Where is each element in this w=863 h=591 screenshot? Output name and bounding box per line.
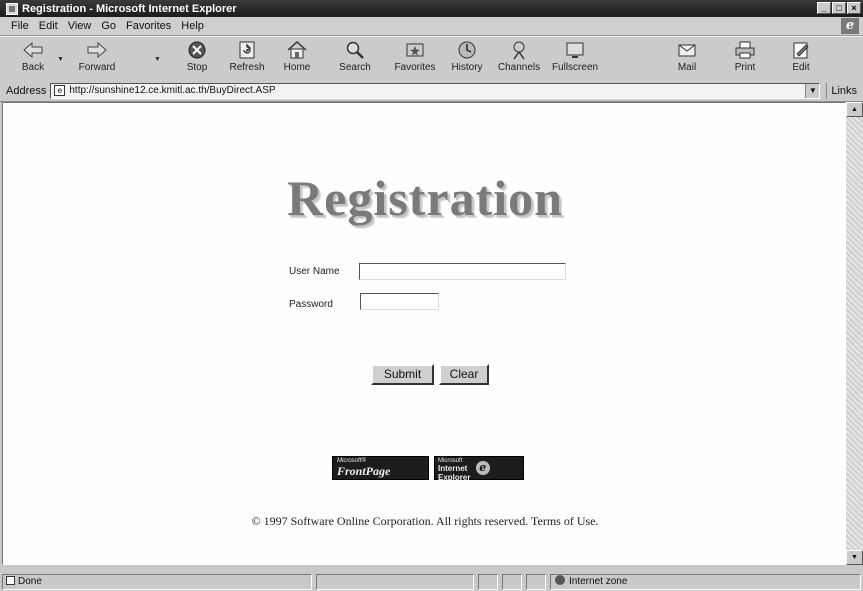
- scroll-down-icon[interactable]: ▼: [846, 550, 863, 565]
- ie-throbber-icon: e: [841, 18, 859, 34]
- channels-button[interactable]: Channels: [496, 39, 542, 77]
- ie-badge-line1: Internet: [438, 464, 468, 473]
- history-label: History: [451, 62, 483, 73]
- favorites-icon: [403, 39, 427, 61]
- minimize-button[interactable]: _: [817, 2, 831, 14]
- mail-button[interactable]: Mail: [664, 39, 710, 77]
- home-button[interactable]: Home: [274, 39, 320, 77]
- maximize-button[interactable]: □: [832, 2, 846, 14]
- menu-bar: File Edit View Go Favorites Help e: [0, 17, 863, 36]
- page-icon: e: [54, 85, 66, 96]
- address-input[interactable]: e http://sunshine12.ce.kmitl.ac.th/BuyDi…: [50, 82, 821, 99]
- status-panel-main: Done: [2, 574, 312, 590]
- forward-button[interactable]: Forward: [74, 39, 120, 77]
- password-label: Password: [289, 299, 333, 310]
- title-bar: Registration - Microsoft Internet Explor…: [0, 0, 863, 17]
- zone-text: Internet zone: [569, 576, 628, 587]
- printer-icon: [733, 39, 757, 61]
- ie-logo-icon: e: [475, 461, 490, 475]
- ie-badge-line2: Explorer: [438, 473, 471, 482]
- status-panel-offline: [478, 574, 498, 590]
- window-title: Registration - Microsoft Internet Explor…: [22, 2, 237, 15]
- window-icon[interactable]: [6, 2, 18, 15]
- address-label: Address: [6, 84, 47, 97]
- menu-go[interactable]: Go: [96, 20, 121, 32]
- search-button[interactable]: Search: [332, 39, 378, 77]
- toolbar: Back ▼ Forward ▼ Stop Refresh Home Searc…: [0, 36, 863, 81]
- edit-icon: [789, 39, 813, 61]
- ie-badge-text: Microsoft Internet Explorer: [438, 458, 470, 483]
- fullscreen-button[interactable]: Fullscreen: [552, 39, 598, 77]
- scroll-up-icon[interactable]: ▲: [846, 102, 863, 117]
- status-panel-extra: [526, 574, 546, 590]
- window-controls: _ □ ×: [817, 2, 861, 14]
- status-panel-zone: Internet zone: [550, 574, 861, 590]
- status-text: Done: [18, 576, 42, 587]
- page-status-icon: [6, 576, 15, 585]
- clear-button[interactable]: Clear: [439, 364, 489, 385]
- fullscreen-icon: [563, 39, 587, 61]
- status-bar: Done Internet zone: [0, 571, 863, 591]
- refresh-button[interactable]: Refresh: [224, 39, 270, 77]
- password-input[interactable]: [360, 293, 439, 310]
- refresh-icon: [235, 39, 259, 61]
- page-content: Registration User Name Password Submit C…: [2, 102, 846, 565]
- favorites-label: Favorites: [394, 62, 436, 73]
- username-input[interactable]: [359, 263, 566, 280]
- frontpage-badge-title: FrontPage: [337, 464, 391, 478]
- vertical-scrollbar[interactable]: ▲ ▼: [846, 102, 863, 565]
- status-panel-progress: [316, 574, 474, 590]
- links-button[interactable]: Links: [826, 82, 857, 99]
- frontpage-badge[interactable]: Microsoft® FrontPage: [332, 456, 429, 480]
- internet-zone-icon: [555, 575, 565, 585]
- back-dropdown-icon[interactable]: ▼: [57, 56, 64, 63]
- refresh-label: Refresh: [229, 62, 265, 73]
- favorites-button[interactable]: Favorites: [392, 39, 438, 77]
- address-url: http://sunshine12.ce.kmitl.ac.th/BuyDire…: [69, 85, 276, 96]
- page-heading: Registration: [287, 170, 563, 226]
- submit-button[interactable]: Submit: [371, 364, 434, 385]
- menu-file[interactable]: File: [6, 20, 34, 32]
- address-dropdown-icon[interactable]: ▼: [805, 83, 820, 98]
- edit-label: Edit: [792, 62, 810, 73]
- address-bar: Address e http://sunshine12.ce.kmitl.ac.…: [0, 80, 863, 102]
- print-label: Print: [734, 62, 756, 73]
- back-label: Back: [21, 62, 45, 73]
- channels-label: Channels: [497, 62, 541, 73]
- channels-icon: [507, 39, 531, 61]
- menu-favorites[interactable]: Favorites: [121, 20, 176, 32]
- fullscreen-label: Fullscreen: [551, 62, 599, 73]
- search-icon: [343, 39, 367, 61]
- forward-dropdown-icon[interactable]: ▼: [154, 56, 161, 63]
- history-button[interactable]: History: [444, 39, 490, 77]
- copyright-text: © 1997 Software Online Corporation. All …: [251, 514, 599, 528]
- stop-icon: [185, 39, 209, 61]
- internet-explorer-badge[interactable]: Microsoft Internet Explorer e: [434, 456, 524, 483]
- stop-button[interactable]: Stop: [174, 39, 220, 77]
- history-icon: [455, 39, 479, 61]
- menu-help[interactable]: Help: [176, 20, 209, 32]
- stop-label: Stop: [186, 62, 208, 73]
- back-button[interactable]: Back: [10, 39, 56, 77]
- back-arrow-icon: [21, 39, 45, 61]
- forward-arrow-icon: [85, 39, 109, 61]
- print-button[interactable]: Print: [722, 39, 768, 77]
- mail-label: Mail: [677, 62, 697, 73]
- close-button[interactable]: ×: [847, 2, 861, 14]
- home-icon: [285, 39, 309, 61]
- edit-button[interactable]: Edit: [778, 39, 824, 77]
- username-label: User Name: [289, 266, 340, 277]
- menu-view[interactable]: View: [63, 20, 97, 32]
- forward-label: Forward: [78, 62, 116, 73]
- search-label: Search: [339, 62, 371, 73]
- status-panel-secure: [502, 574, 522, 590]
- home-label: Home: [283, 62, 311, 73]
- menu-edit[interactable]: Edit: [34, 20, 63, 32]
- mail-icon: [675, 39, 699, 61]
